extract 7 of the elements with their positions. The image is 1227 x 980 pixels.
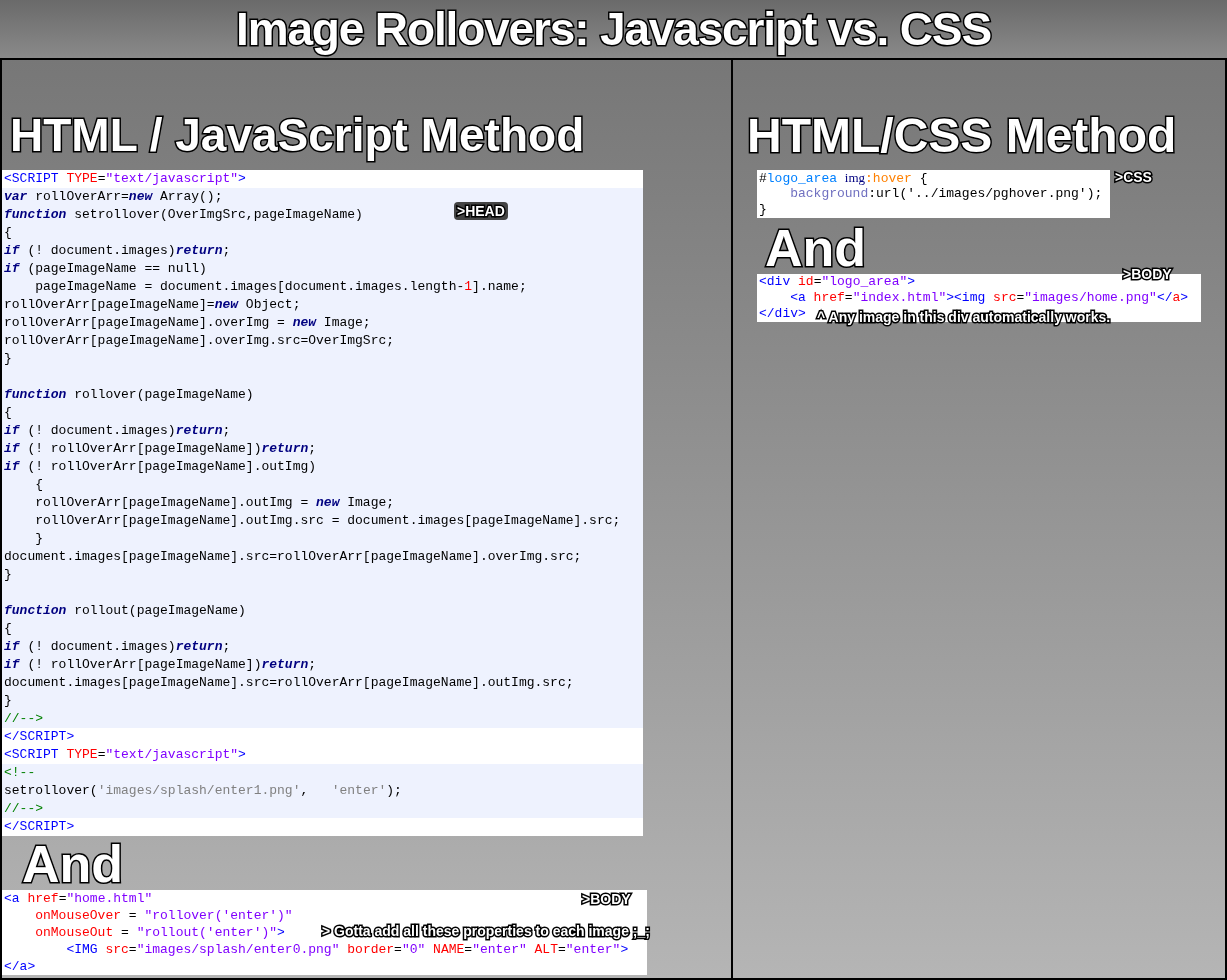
section-note: >CSS	[1115, 170, 1152, 184]
section-note: >BODY	[582, 892, 631, 906]
section-heading: HTML/CSS Method	[747, 112, 1178, 164]
and-heading: And	[22, 836, 125, 890]
section-note: >BODY	[1123, 267, 1172, 281]
section-note: >HEAD	[454, 202, 508, 220]
section-heading: HTML / JavaScript Method	[10, 112, 586, 163]
